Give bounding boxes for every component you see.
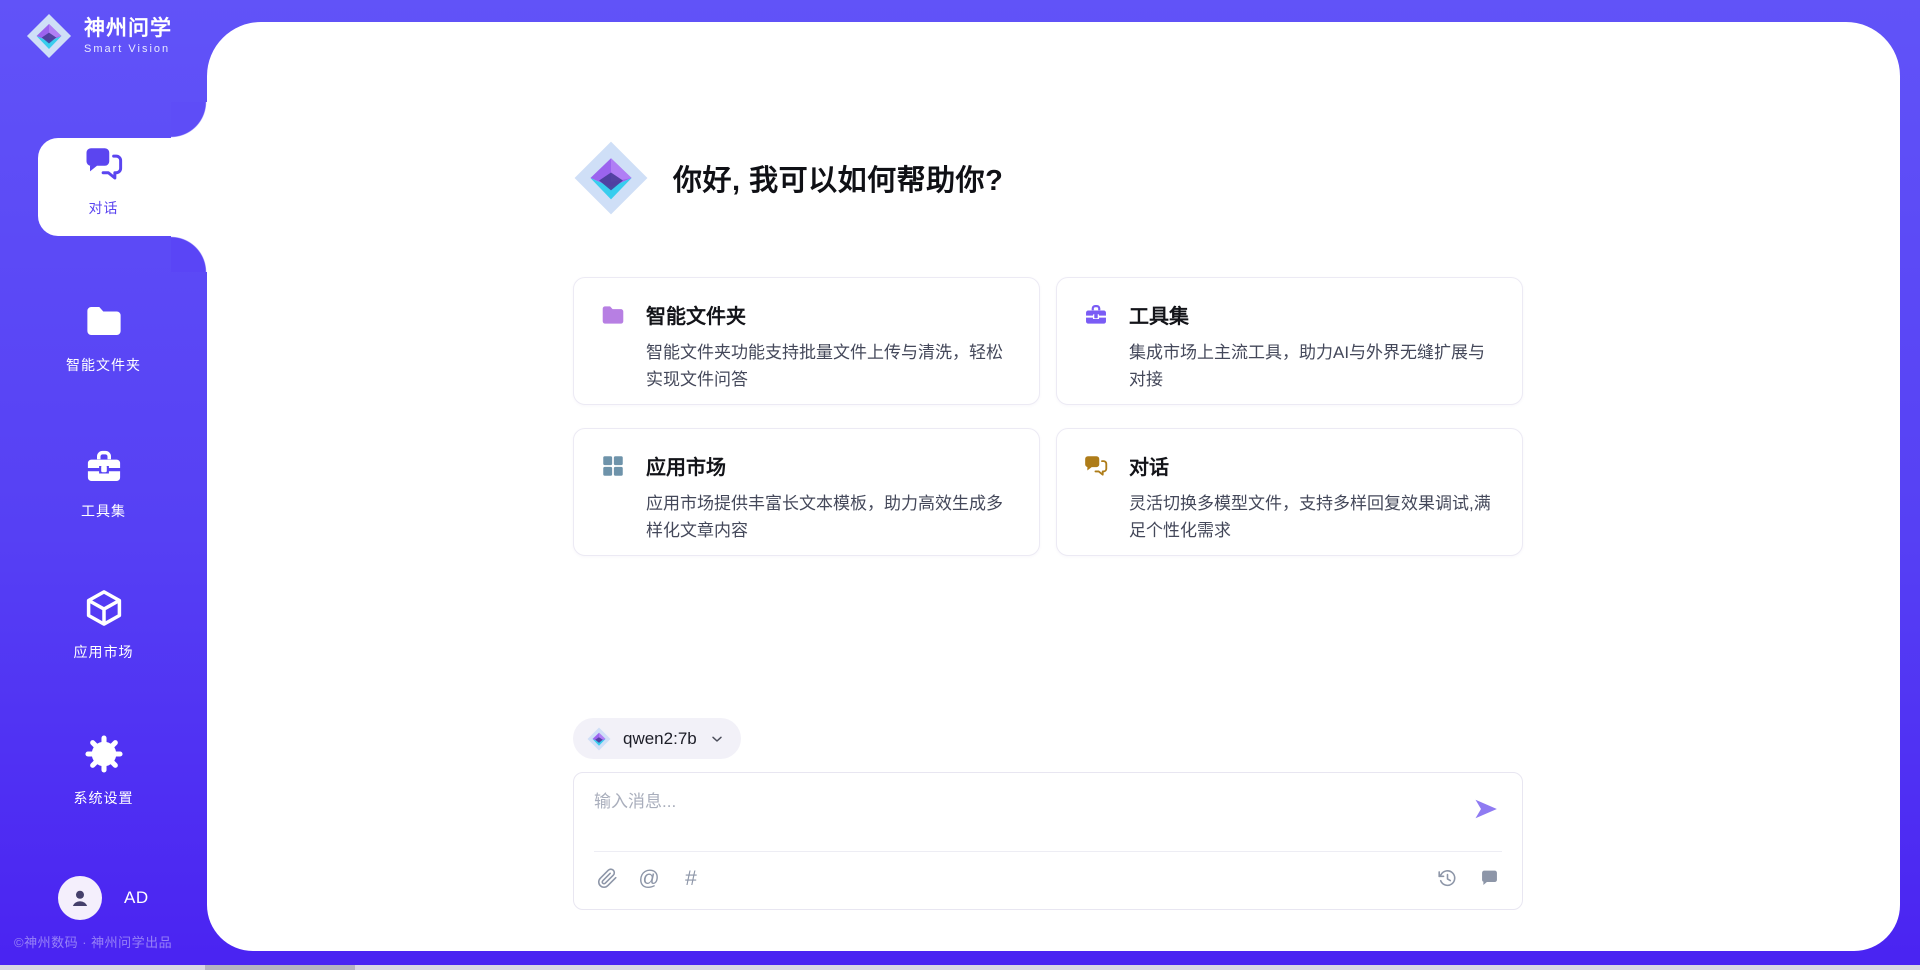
brand-subtitle: Smart Vision xyxy=(84,43,172,55)
sidebar-item-label: 工具集 xyxy=(0,501,207,521)
gear-icon xyxy=(83,733,125,775)
sidebar-item-label: 系统设置 xyxy=(0,788,207,808)
card-title: 工具集 xyxy=(1129,300,1189,329)
person-icon xyxy=(67,885,93,911)
model-selector[interactable]: qwen2:7b xyxy=(573,718,741,759)
model-name: qwen2:7b xyxy=(623,729,697,749)
user-name: AD xyxy=(124,888,149,908)
avatar xyxy=(58,876,102,920)
sidebar-item-app-market[interactable]: 应用市场 xyxy=(0,587,207,662)
new-chat-button[interactable] xyxy=(1476,865,1502,891)
briefcase-icon xyxy=(1083,302,1109,328)
card-description: 应用市场提供丰富长文本模板，助力高效生成多样化文章内容 xyxy=(646,490,1013,544)
at-icon: @ xyxy=(638,868,659,889)
greeting-diamond-logo-icon xyxy=(573,140,649,216)
card-description: 灵活切换多模型文件，支持多样回复效果调试,满足个性化需求 xyxy=(1129,490,1496,544)
brand: 神州问学 Smart Vision xyxy=(26,13,172,59)
folder-icon xyxy=(83,300,125,342)
chat-icon xyxy=(1083,453,1109,479)
brand-name: 神州问学 xyxy=(84,17,172,40)
chat-icon xyxy=(83,143,125,185)
composer-divider xyxy=(594,851,1502,852)
user-account[interactable]: AD xyxy=(58,876,149,920)
send-button[interactable] xyxy=(1472,795,1500,823)
history-icon xyxy=(1437,868,1458,889)
sidebar-item-toolset[interactable]: 工具集 xyxy=(0,446,207,521)
topic-button[interactable]: # xyxy=(678,865,704,891)
grid-icon xyxy=(600,453,626,479)
send-icon xyxy=(1472,795,1500,823)
cube-icon xyxy=(83,587,125,629)
card-description: 智能文件夹功能支持批量文件上传与清洗，轻松实现文件问答 xyxy=(646,339,1013,393)
card-title: 对话 xyxy=(1129,451,1169,480)
horizontal-scrollbar[interactable] xyxy=(0,965,1920,970)
attachment-button[interactable] xyxy=(594,865,620,891)
sidebar-item-chat[interactable]: 对话 xyxy=(0,143,207,218)
message-input[interactable] xyxy=(594,787,1434,843)
feature-cards: 智能文件夹 智能文件夹功能支持批量文件上传与清洗，轻松实现文件问答 工具集 集成… xyxy=(573,277,1523,556)
card-toolset[interactable]: 工具集 集成市场上主流工具，助力AI与外界无缝扩展与对接 xyxy=(1056,277,1523,405)
card-chat[interactable]: 对话 灵活切换多模型文件，支持多样回复效果调试,满足个性化需求 xyxy=(1056,428,1523,556)
greeting: 你好, 我可以如何帮助你? xyxy=(573,140,1003,216)
card-app-market[interactable]: 应用市场 应用市场提供丰富长文本模板，助力高效生成多样化文章内容 xyxy=(573,428,1040,556)
message-composer: @ # xyxy=(573,772,1523,910)
card-smart-folder[interactable]: 智能文件夹 智能文件夹功能支持批量文件上传与清洗，轻松实现文件问答 xyxy=(573,277,1040,405)
sidebar-item-settings[interactable]: 系统设置 xyxy=(0,733,207,808)
sidebar: 神州问学 Smart Vision 对话 智能文件夹 工具集 应用市场 系统设置 xyxy=(0,0,207,970)
briefcase-icon xyxy=(83,446,125,488)
sidebar-item-label: 智能文件夹 xyxy=(0,355,207,375)
scrollbar-thumb[interactable] xyxy=(205,965,355,970)
hash-icon: # xyxy=(685,868,697,889)
copyright-text: ©神州数码 · 神州问学出品 xyxy=(14,932,172,951)
chevron-down-icon xyxy=(709,731,725,747)
folder-icon xyxy=(600,302,626,328)
card-title: 智能文件夹 xyxy=(646,300,746,329)
mention-button[interactable]: @ xyxy=(636,865,662,891)
card-description: 集成市场上主流工具，助力AI与外界无缝扩展与对接 xyxy=(1129,339,1496,393)
history-button[interactable] xyxy=(1434,865,1460,891)
greeting-text: 你好, 我可以如何帮助你? xyxy=(673,157,1003,199)
paperclip-icon xyxy=(597,868,618,889)
chat-bubble-icon xyxy=(1479,868,1500,889)
sidebar-item-label: 应用市场 xyxy=(0,642,207,662)
brand-diamond-logo-icon xyxy=(26,13,72,59)
diamond-logo-icon xyxy=(587,727,611,751)
main-panel: 你好, 我可以如何帮助你? 智能文件夹 智能文件夹功能支持批量文件上传与清洗，轻… xyxy=(207,22,1900,951)
card-title: 应用市场 xyxy=(646,451,726,480)
sidebar-item-smart-folder[interactable]: 智能文件夹 xyxy=(0,300,207,375)
sidebar-item-label: 对话 xyxy=(0,198,207,218)
